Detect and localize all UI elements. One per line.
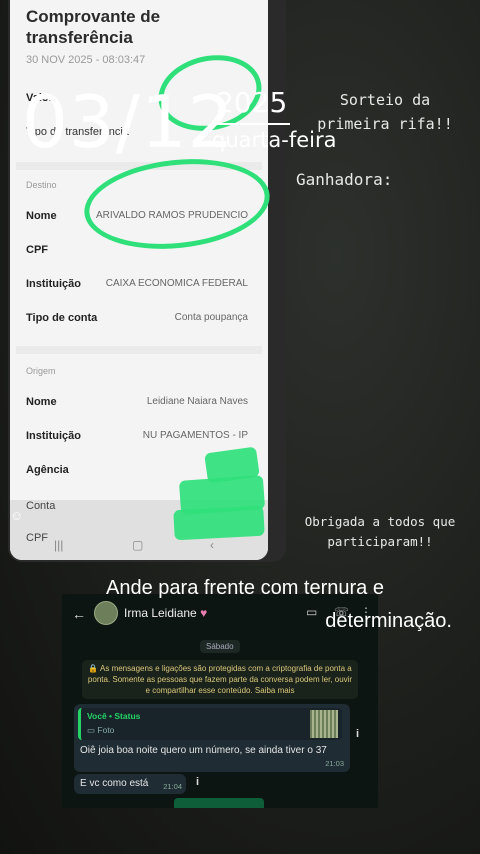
status-reply-quote[interactable]: Você • Status ▭ Foto [78, 708, 342, 740]
outgoing-bubble-edge [174, 798, 264, 808]
destino-instituicao-value: CAIXA ECONOMICA FEDERAL [105, 278, 248, 289]
story-year: 2025 [216, 86, 288, 119]
message-bubble[interactable]: Você • Status ▭ Foto Oiê joia boa noite … [74, 704, 350, 772]
emoji-icon: ☺ [10, 508, 24, 523]
origem-agencia-label: Agência [26, 464, 69, 476]
encryption-notice[interactable]: 🔒 As mensagens e ligações são protegidas… [82, 660, 358, 699]
redaction-scribble [173, 505, 265, 541]
message-text: E vc como está [80, 778, 149, 789]
destino-section-label: Destino [26, 180, 57, 190]
message-time: 21:03 [325, 759, 344, 768]
destino-tipo-conta-row: Tipo de conta Conta poupança [26, 312, 248, 330]
origem-instituicao-value: NU PAGAMENTOS - IP [142, 430, 248, 441]
destino-tipo-conta-label: Tipo de conta [26, 312, 98, 324]
obrigada-line2: participaram!! [327, 534, 433, 549]
day-separator: Sábado [200, 640, 240, 653]
destino-cpf-label: CPF [26, 244, 48, 256]
destino-nome-label: Nome [26, 210, 57, 222]
status-thumbnail [310, 710, 338, 738]
obrigada-caption: Obrigada a todos que participaram!! [282, 512, 478, 552]
destino-instituicao-row: Instituição CAIXA ECONOMICA FEDERAL [26, 278, 248, 296]
ganhadora-caption: Ganhadora: [296, 170, 393, 189]
year-underline [216, 123, 290, 125]
origem-instituicao-row: Instituição NU PAGAMENTOS - IP [26, 430, 248, 448]
sorteio-line1: Sorteio da [339, 91, 431, 109]
destino-tipo-conta-value: Conta poupança [174, 312, 248, 323]
origem-section-label: Origem [26, 366, 56, 376]
message-time: 21:04 [163, 782, 182, 791]
origem-instituicao-label: Instituição [26, 430, 82, 442]
motto-line2: determinação. [325, 610, 452, 632]
story-date: 03/12 [22, 80, 235, 164]
destino-instituicao-label: Instituição [26, 278, 82, 290]
message-text: Oiê joia boa noite quero um número, se a… [80, 745, 327, 756]
origem-cpf-label: CPF [26, 532, 48, 544]
origem-nome-row: Nome Leidiane Naiara Naves [26, 396, 248, 414]
origem-nome-label: Nome [26, 396, 57, 408]
divider [16, 346, 262, 354]
reply-type: ▭ Foto [87, 725, 115, 735]
home-icon[interactable]: ▢ [132, 538, 143, 552]
info-icon[interactable]: i [356, 728, 359, 740]
sorteio-line2: primeira rifa!! [317, 115, 453, 133]
obrigada-line1: Obrigada a todos que [304, 514, 456, 529]
motto-caption: Ande para frente com ternura e determina… [20, 572, 470, 638]
motto-line1: Ande para frente com ternura e [106, 577, 384, 599]
receipt-date: 30 NOV 2025 - 08:03:47 [26, 54, 146, 66]
receipt-title: Comprovante de transferência [26, 7, 161, 47]
reply-author: Você • Status [87, 711, 141, 721]
back-icon[interactable]: ‹ [210, 538, 214, 552]
message-bubble[interactable]: E vc como está 21:04 [74, 774, 186, 794]
origem-conta-label: Conta [26, 500, 56, 512]
info-icon[interactable]: i [196, 776, 199, 788]
menu-icon[interactable]: ||| [54, 538, 63, 552]
sorteio-caption: Sorteio da primeira rifa!! [290, 88, 480, 136]
origem-nome-value: Leidiane Naiara Naves [146, 396, 248, 407]
